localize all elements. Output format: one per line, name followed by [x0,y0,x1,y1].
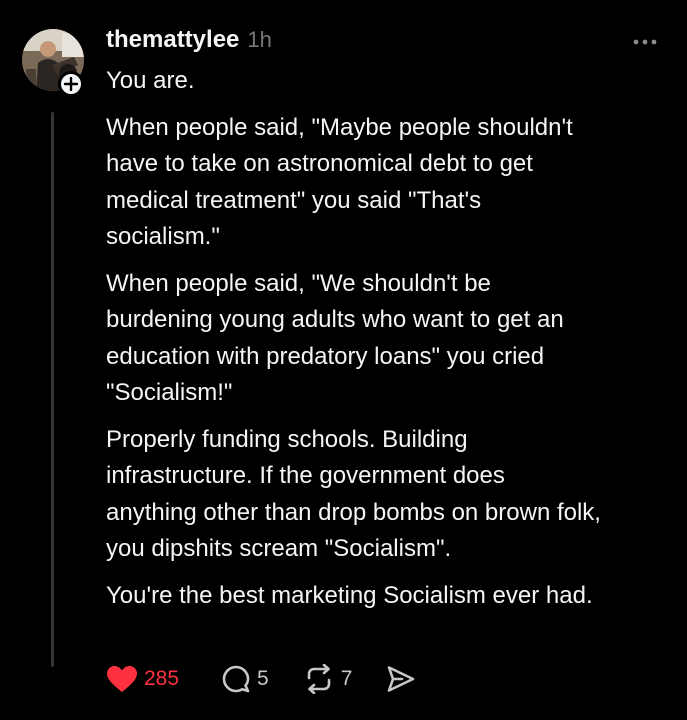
more-options-button[interactable] [628,32,662,52]
repost-button[interactable]: 7 [303,664,353,694]
avatar-container [22,29,84,97]
share-button[interactable] [386,665,416,693]
repost-count: 7 [340,667,353,690]
thread-post: themattylee 1h You are. When people said… [0,0,687,720]
like-button[interactable]: 285 [106,665,179,693]
send-icon [388,666,415,692]
username[interactable]: themattylee [106,26,239,54]
like-count: 285 [144,667,180,690]
post-paragraph: Properly funding schools. Building infra… [106,425,601,563]
action-bar: 285 5 7 [106,662,416,696]
post-paragraph: When people said, "We shouldn't be burde… [106,269,564,407]
comment-bubble-icon [222,665,250,693]
heart-filled-icon [107,666,137,692]
reply-button[interactable]: 5 [221,664,269,694]
post-header: themattylee 1h [106,26,272,60]
post-paragraph: You are. [106,67,195,94]
repost-icon [307,664,331,694]
timestamp: 1h [247,27,272,52]
reply-count: 5 [257,667,269,690]
plus-icon [64,77,78,91]
post-paragraph: You're the best marketing Socialism ever… [106,581,593,609]
more-horizontal-icon [633,39,657,45]
post-body: You are. When people said, "Maybe people… [106,63,681,614]
follow-button[interactable] [58,71,84,97]
post-paragraph: When people said, "Maybe people shouldn'… [106,113,573,251]
thread-line [51,112,54,667]
